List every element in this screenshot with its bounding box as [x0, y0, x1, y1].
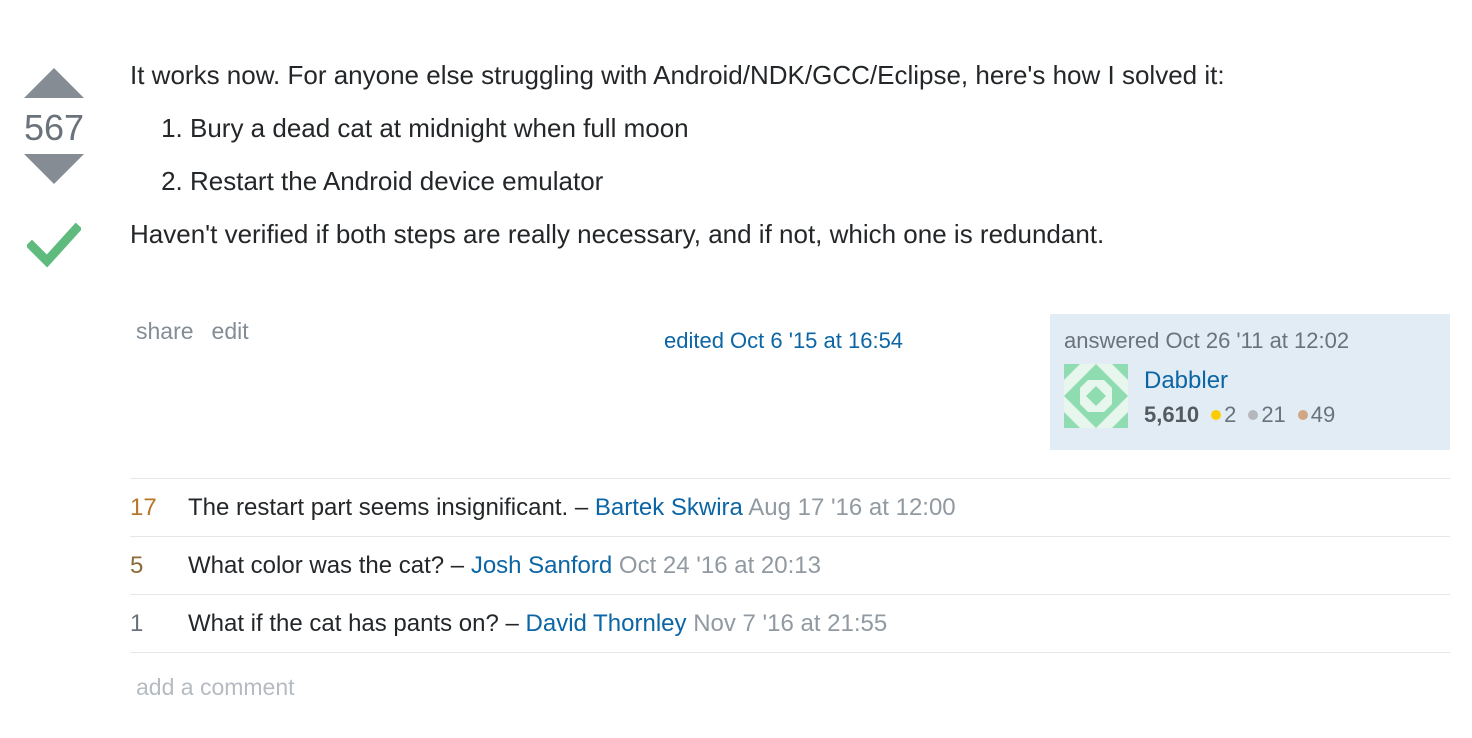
identicon-avatar: [1064, 364, 1128, 428]
edited-link[interactable]: edited Oct 6 '15 at 16:54: [664, 328, 903, 353]
upvote-button[interactable]: [24, 66, 84, 98]
arrow-down-icon: [24, 154, 84, 184]
edit-link[interactable]: edit: [212, 318, 249, 345]
comment-score: 5: [130, 551, 144, 579]
avatar[interactable]: [1064, 364, 1128, 428]
answer-intro: It works now. For anyone else struggling…: [130, 60, 1225, 90]
arrow-up-icon: [24, 68, 84, 98]
answer-body: It works now. For anyone else struggling…: [130, 58, 1450, 252]
owner-row: Dabbler 5,610 2 21 49: [1064, 364, 1436, 428]
comment-text: The restart part seems insignificant. –: [188, 493, 589, 521]
user-stats: 5,610 2 21 49: [1144, 402, 1341, 428]
gold-badge-count: 2: [1224, 402, 1237, 428]
add-comment-link[interactable]: add a comment: [136, 674, 295, 701]
comment-user-link[interactable]: Bartek Skwira: [595, 494, 743, 521]
comment-body: The restart part seems insignificant. – …: [188, 494, 956, 522]
downvote-button[interactable]: [24, 154, 84, 186]
silver-badge-count: 21: [1261, 402, 1286, 428]
answer-outro: Haven't verified if both steps are reall…: [130, 219, 1105, 250]
post-menu: share edit: [136, 318, 249, 345]
comment-text: What color was the cat? –: [188, 551, 465, 579]
gold-badges: 2: [1211, 402, 1236, 428]
comment-date: Oct 24 '16 at 20:13: [618, 551, 821, 579]
bronze-badges: 49: [1297, 402, 1336, 428]
edited-info: edited Oct 6 '15 at 16:54: [664, 328, 903, 354]
comment-body: What color was the cat? – Josh Sanford O…: [188, 552, 821, 580]
comment-body: What if the cat has pants on? – David Th…: [188, 610, 887, 638]
share-link[interactable]: share: [136, 318, 194, 345]
user-details: Dabbler 5,610 2 21 49: [1144, 364, 1341, 428]
accepted-answer-indicator: [25, 222, 83, 268]
comment-date: Aug 17 '16 at 12:00: [748, 493, 956, 521]
comment-row: 17 The restart part seems insignificant.…: [130, 479, 1450, 537]
user-name-link[interactable]: Dabbler: [1144, 367, 1341, 394]
answered-time: answered Oct 26 '11 at 12:02: [1064, 328, 1350, 353]
step-item: Restart the Android device emulator: [190, 164, 1450, 199]
comments-list: 17 The restart part seems insignificant.…: [130, 478, 1450, 653]
comment-row: 1 What if the cat has pants on? – David …: [130, 595, 1450, 653]
comment-text: What if the cat has pants on? –: [188, 609, 519, 637]
gold-badge-icon: [1211, 410, 1222, 421]
vote-count: 567: [23, 107, 85, 148]
silver-badges: 21: [1248, 402, 1286, 428]
comment-date: Nov 7 '16 at 21:55: [693, 609, 888, 637]
reputation-score: 5,610: [1144, 402, 1200, 428]
vote-column: 567: [18, 66, 90, 268]
silver-badge-icon: [1248, 410, 1259, 421]
comment-user-link[interactable]: Josh Sanford: [471, 552, 612, 579]
comment-score: 1: [130, 609, 144, 637]
steps-list: Bury a dead cat at midnight when full mo…: [130, 111, 1450, 199]
checkmark-icon: [25, 222, 83, 268]
bronze-badge-icon: [1297, 410, 1308, 421]
bronze-badge-count: 49: [1310, 402, 1336, 428]
comment-user-link[interactable]: David Thornley: [526, 610, 687, 637]
comment-row: 5 What color was the cat? – Josh Sanford…: [130, 537, 1450, 595]
comment-score: 17: [130, 493, 157, 521]
owner-card: answered Oct 26 '11 at 12:02 Dabbler 5,6…: [1050, 314, 1450, 450]
step-item: Bury a dead cat at midnight when full mo…: [190, 111, 1450, 146]
